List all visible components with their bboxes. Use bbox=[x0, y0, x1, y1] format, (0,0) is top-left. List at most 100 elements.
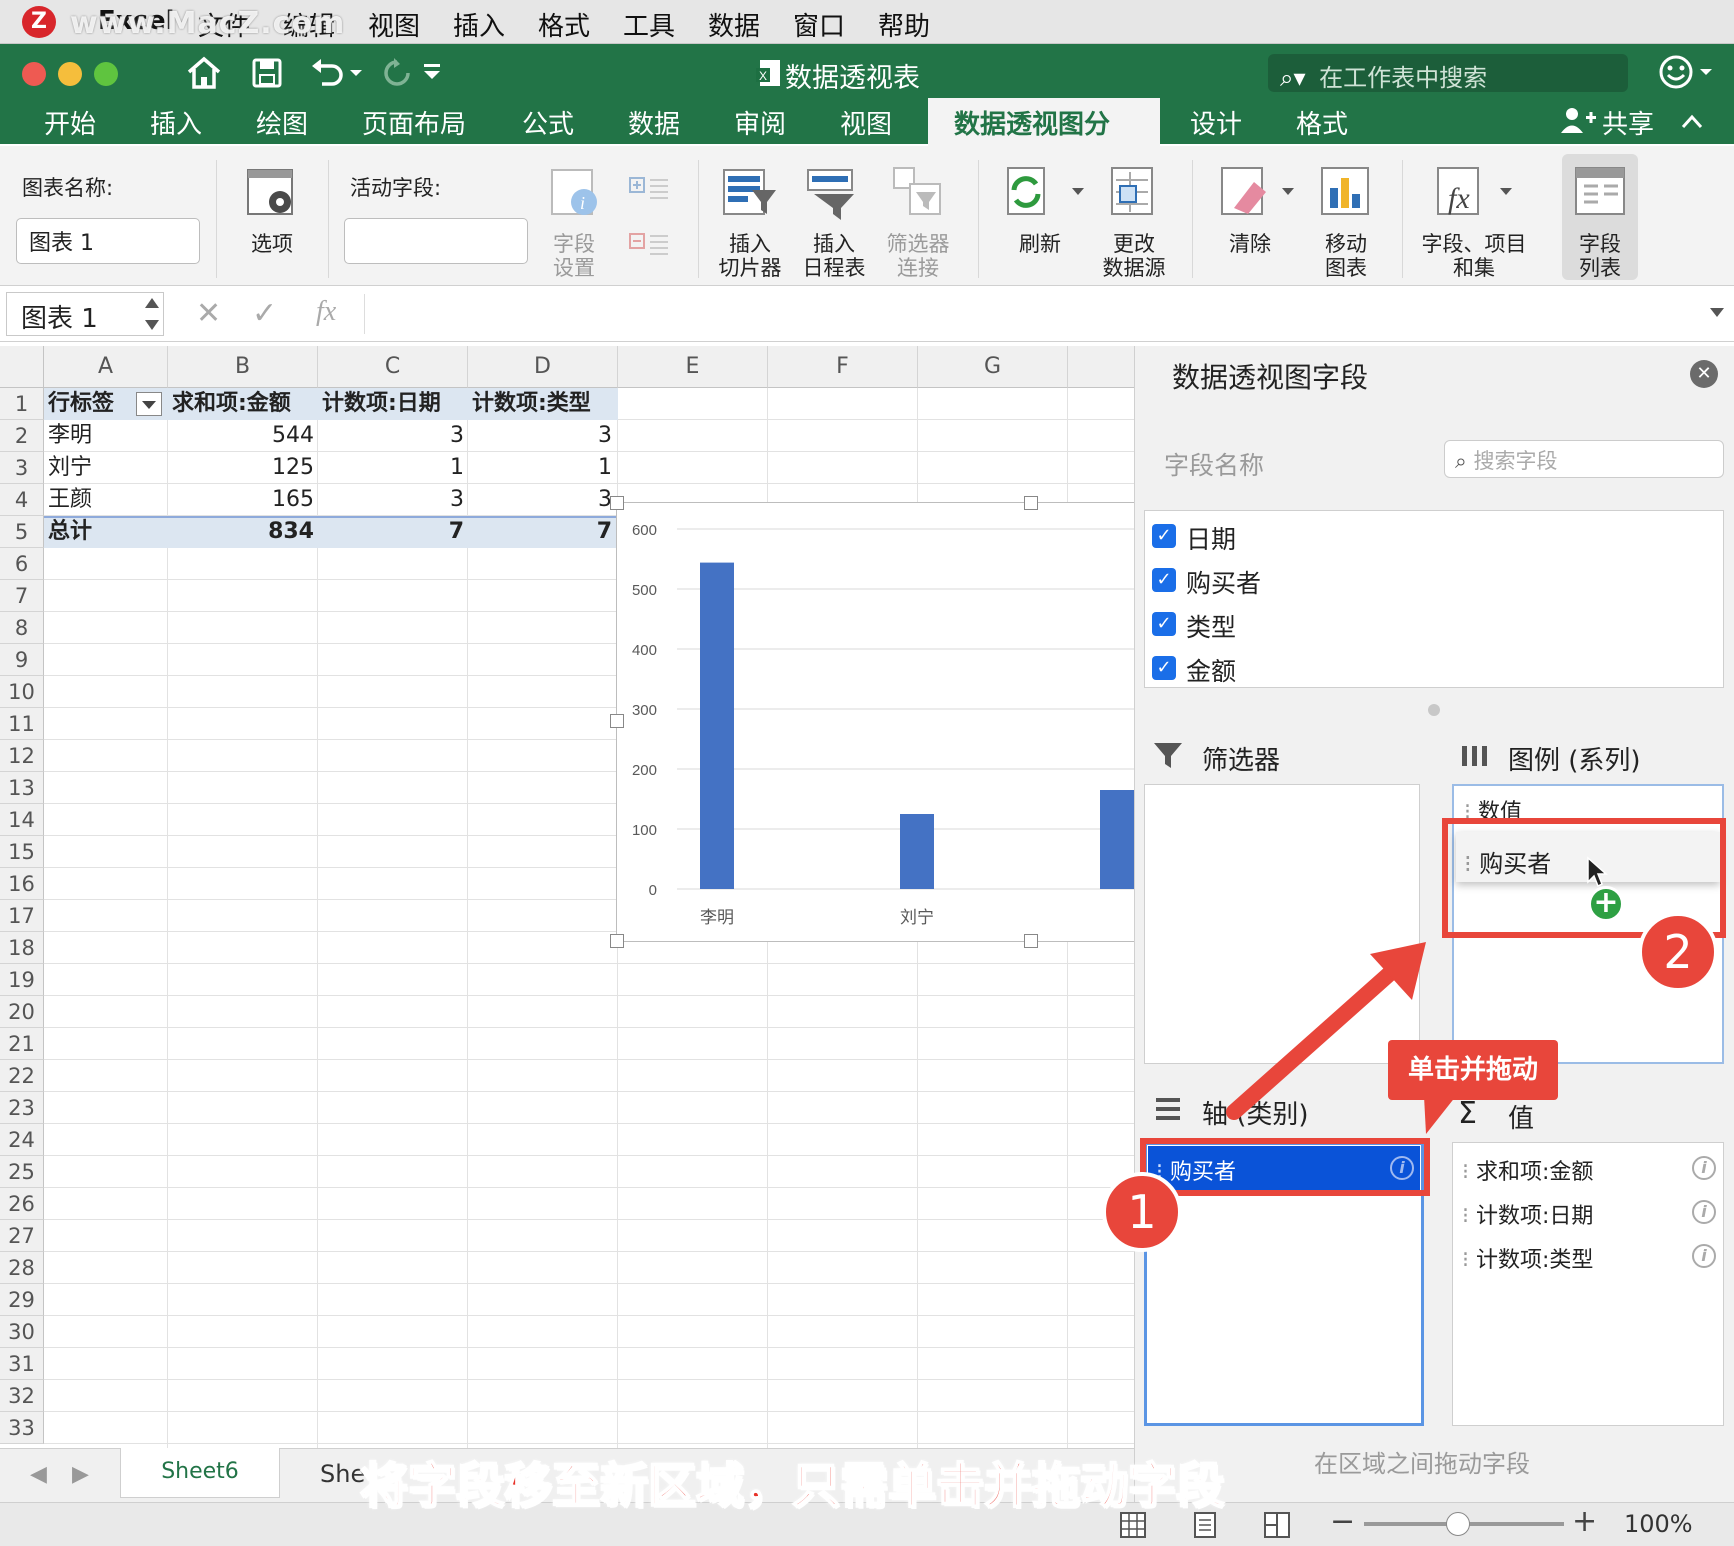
row-header[interactable]: 24 bbox=[0, 1124, 44, 1156]
tab-data[interactable]: 数据 bbox=[628, 104, 680, 141]
fields-items-dropdown-icon[interactable] bbox=[1498, 186, 1514, 198]
pivot-cell[interactable]: 165 bbox=[168, 484, 318, 516]
close-pane-icon[interactable]: ✕ bbox=[1690, 360, 1718, 388]
chart-bar[interactable] bbox=[900, 814, 934, 889]
row-header[interactable]: 9 bbox=[0, 644, 44, 676]
close-window-button[interactable] bbox=[22, 62, 46, 86]
save-icon[interactable] bbox=[252, 58, 282, 88]
zoom-out-icon[interactable]: − bbox=[1330, 1504, 1355, 1539]
prev-sheet-icon[interactable]: ◀ bbox=[30, 1462, 47, 1487]
pivot-row-label[interactable]: 王颜 bbox=[44, 484, 168, 516]
row-header[interactable]: 28 bbox=[0, 1252, 44, 1284]
refresh-icon[interactable] bbox=[1000, 164, 1056, 220]
menu-data[interactable]: 数据 bbox=[708, 6, 760, 43]
row-header[interactable]: 7 bbox=[0, 580, 44, 612]
pivot-cell[interactable]: 3 bbox=[318, 420, 468, 452]
select-all-corner[interactable] bbox=[0, 346, 44, 388]
row-header[interactable]: 29 bbox=[0, 1284, 44, 1316]
info-icon[interactable]: i bbox=[1692, 1200, 1716, 1224]
collapse-ribbon-chevron-icon[interactable] bbox=[1680, 112, 1704, 130]
row-header[interactable]: 4 bbox=[0, 484, 44, 516]
info-icon[interactable]: i bbox=[1692, 1244, 1716, 1268]
sheet-tab-active[interactable]: Sheet6 bbox=[120, 1448, 280, 1498]
next-sheet-icon[interactable]: ▶ bbox=[72, 1462, 89, 1487]
column-header-d[interactable]: D bbox=[468, 346, 618, 388]
pane-split-handle[interactable] bbox=[1428, 704, 1440, 716]
field-label-date[interactable]: 日期 bbox=[1186, 520, 1236, 556]
refresh-button[interactable]: 刷新 bbox=[1000, 232, 1080, 256]
tab-pivotchart-analyze[interactable]: 数据透视图分析 bbox=[928, 98, 1160, 177]
tab-page-layout[interactable]: 页面布局 bbox=[362, 104, 466, 141]
row-header[interactable]: 10 bbox=[0, 676, 44, 708]
row-header[interactable]: 2 bbox=[0, 420, 44, 452]
menu-format[interactable]: 格式 bbox=[538, 6, 590, 43]
row-header[interactable]: 32 bbox=[0, 1380, 44, 1412]
field-label-amount[interactable]: 金额 bbox=[1186, 652, 1236, 688]
pivot-row-label[interactable]: 刘宁 bbox=[44, 452, 168, 484]
row-header[interactable]: 14 bbox=[0, 804, 44, 836]
row-header[interactable]: 19 bbox=[0, 964, 44, 996]
column-header-f[interactable]: F bbox=[768, 346, 918, 388]
row-header[interactable]: 20 bbox=[0, 996, 44, 1028]
column-header-h-partial[interactable] bbox=[1068, 346, 1134, 388]
column-header-c[interactable]: C bbox=[318, 346, 468, 388]
refresh-dropdown-icon[interactable] bbox=[1070, 186, 1086, 198]
tab-format[interactable]: 格式 bbox=[1296, 104, 1348, 141]
share-button[interactable]: 共享 bbox=[1602, 104, 1654, 141]
value-item-sum-amount[interactable]: ⁝ 求和项:金额 bbox=[1462, 1154, 1593, 1186]
zoom-window-button[interactable] bbox=[94, 62, 118, 86]
column-header-a[interactable]: A bbox=[44, 346, 168, 388]
minimize-window-button[interactable] bbox=[58, 62, 82, 86]
field-checkbox-buyer[interactable]: ✓ bbox=[1152, 568, 1176, 592]
field-search-input[interactable]: ⌕ 搜索字段 bbox=[1444, 440, 1724, 478]
row-header[interactable]: 17 bbox=[0, 900, 44, 932]
tab-review[interactable]: 审阅 bbox=[734, 104, 786, 141]
menu-window[interactable]: 窗口 bbox=[793, 6, 845, 43]
chart-resize-handle[interactable] bbox=[1024, 496, 1038, 510]
name-box-stepper-icon[interactable] bbox=[142, 294, 162, 334]
insert-slicer-icon[interactable] bbox=[722, 164, 778, 220]
pivot-total-cell[interactable]: 834 bbox=[168, 516, 318, 548]
insert-timeline-icon[interactable] bbox=[806, 164, 862, 220]
pivot-header-count-type[interactable]: 计数项:类型 bbox=[468, 388, 618, 420]
active-field-input[interactable] bbox=[344, 218, 528, 264]
menu-tools[interactable]: 工具 bbox=[623, 6, 675, 43]
chart-resize-handle[interactable] bbox=[610, 934, 624, 948]
pivot-cell[interactable]: 3 bbox=[318, 484, 468, 516]
row-header[interactable]: 6 bbox=[0, 548, 44, 580]
row-header[interactable]: 1 bbox=[0, 388, 44, 420]
field-list-icon[interactable] bbox=[1572, 164, 1628, 220]
tab-draw[interactable]: 绘图 bbox=[256, 104, 308, 141]
row-header[interactable]: 16 bbox=[0, 868, 44, 900]
chart-bar[interactable] bbox=[1100, 790, 1134, 889]
tab-design[interactable]: 设计 bbox=[1190, 104, 1242, 141]
row-header[interactable]: 11 bbox=[0, 708, 44, 740]
pivot-cell[interactable]: 125 bbox=[168, 452, 318, 484]
pivot-cell[interactable]: 3 bbox=[468, 420, 616, 452]
field-label-buyer[interactable]: 购买者 bbox=[1186, 564, 1261, 600]
sheet-search-input[interactable]: ⌕▾ 在工作表中搜索 bbox=[1268, 54, 1628, 92]
tab-view[interactable]: 视图 bbox=[840, 104, 892, 141]
feedback-smiley-icon[interactable] bbox=[1658, 54, 1718, 90]
home-icon[interactable] bbox=[186, 56, 222, 90]
page-break-view-icon[interactable] bbox=[1262, 1510, 1292, 1540]
menu-insert[interactable]: 插入 bbox=[453, 6, 505, 43]
pivot-cell[interactable]: 1 bbox=[318, 452, 468, 484]
value-item-count-type[interactable]: ⁝ 计数项:类型 bbox=[1462, 1242, 1593, 1274]
chart-bar[interactable] bbox=[700, 562, 734, 889]
row-header[interactable]: 15 bbox=[0, 836, 44, 868]
insert-function-icon[interactable]: fx bbox=[316, 296, 336, 328]
pivot-chart[interactable]: 0 100 200 300 400 500 600 李明 刘宁 bbox=[616, 502, 1137, 942]
change-data-source-button[interactable]: 更改 数据源 bbox=[1094, 232, 1174, 280]
row-header[interactable]: 8 bbox=[0, 612, 44, 644]
chart-name-input[interactable]: 图表 1 bbox=[16, 218, 200, 264]
customize-toolbar-icon[interactable] bbox=[420, 62, 444, 82]
undo-icon[interactable] bbox=[310, 56, 362, 90]
zoom-in-icon[interactable]: + bbox=[1572, 1504, 1597, 1539]
row-header[interactable]: 12 bbox=[0, 740, 44, 772]
column-header-e[interactable]: E bbox=[618, 346, 768, 388]
name-box[interactable]: 图表 1 bbox=[6, 292, 164, 336]
field-checkbox-type[interactable]: ✓ bbox=[1152, 612, 1176, 636]
row-label-filter-dropdown-icon[interactable] bbox=[136, 392, 162, 416]
move-chart-button[interactable]: 移动 图表 bbox=[1306, 232, 1386, 280]
